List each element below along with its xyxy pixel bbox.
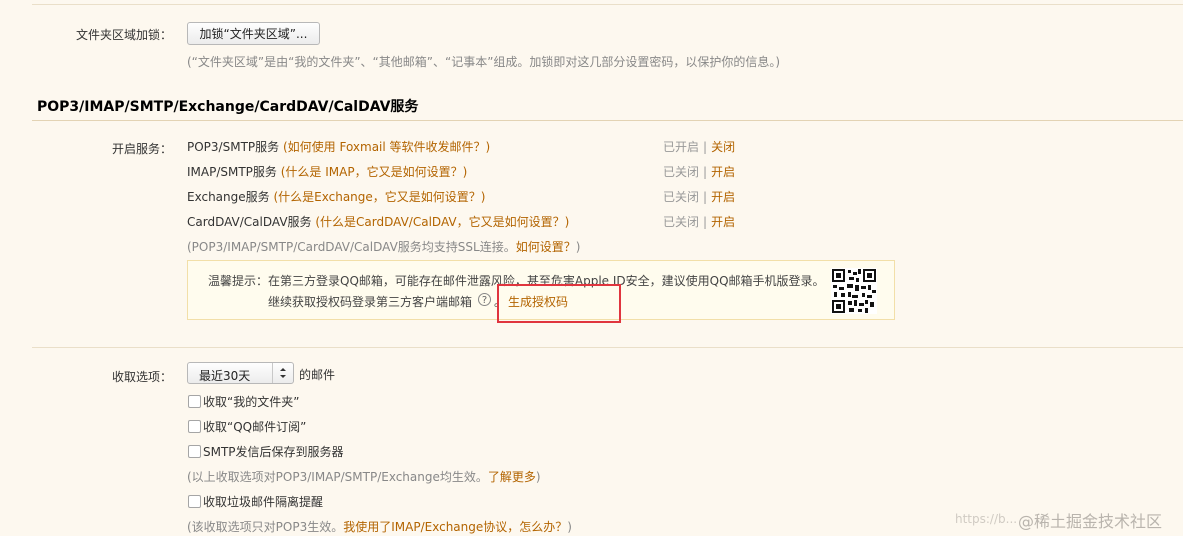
qr-code-icon <box>831 268 877 314</box>
service-help-link[interactable]: (什么是CardDAV/CalDAV，它又是如何设置？) <box>315 215 569 229</box>
ssl-note: (POP3/IMAP/SMTP/CardDAV/CalDAV服务均支持SSL连接… <box>187 238 580 255</box>
status-sep: | <box>703 165 708 179</box>
service-row-carddav: CardDAV/CalDAV服务 (什么是CardDAV/CalDAV，它又是如… <box>187 213 569 230</box>
fetch-qq-subscription-label: 收取“QQ邮件订阅” <box>203 420 307 434</box>
service-name: IMAP/SMTP服务 <box>187 165 277 179</box>
fetch-note2-text: (该收取选项只对POP3生效。 <box>187 520 344 534</box>
service-status-carddav: 已关闭 | 开启 <box>663 213 735 230</box>
smtp-save-sent-label: SMTP发信后保存到服务器 <box>203 445 344 459</box>
services-label: 开启服务： <box>112 142 173 156</box>
spam-quarantine-label: 收取垃圾邮件隔离提醒 <box>203 495 324 509</box>
watermark-brand: @稀土掘金技术社区 <box>1018 512 1163 531</box>
top-divider <box>32 4 1183 5</box>
service-help-link[interactable]: (如何使用 Foxmail 等软件收发邮件？) <box>283 140 490 154</box>
status-text: 已关闭 <box>663 190 700 204</box>
fetch-qq-subscription-checkbox[interactable] <box>188 420 201 433</box>
folder-lock-note: (“文件夹区域”是由“我的文件夹”、“其他邮箱”、“记事本”组成。加锁即对这几部… <box>187 55 781 69</box>
fetch-divider <box>32 347 1183 348</box>
imap-exchange-help-link[interactable]: 我使用了IMAP/Exchange协议，怎么办？ <box>343 520 567 534</box>
fetch-note1-end: ) <box>535 470 541 484</box>
status-text: 已关闭 <box>663 165 700 179</box>
fetch-note2-end: ) <box>567 520 572 534</box>
service-status-exchange: 已关闭 | 开启 <box>663 188 735 205</box>
fetch-note2: (该收取选项只对POP3生效。我使用了IMAP/Exchange协议，怎么办？) <box>187 518 572 535</box>
help-icon[interactable]: ? <box>478 293 491 306</box>
tip-line2: 继续获取授权码登录第三方客户端邮箱 <box>268 293 472 310</box>
status-text: 已关闭 <box>663 215 700 229</box>
service-status-pop3: 已开启 | 关闭 <box>663 138 735 155</box>
folder-lock-label: 文件夹区域加锁： <box>76 28 173 42</box>
fetch-range-value: 最近30天 <box>199 369 251 383</box>
fetch-note1-text: (以上收取选项对POP3/IMAP/SMTP/Exchange均生效。 <box>187 470 488 484</box>
open-exchange-link[interactable]: 开启 <box>711 190 735 204</box>
service-name: Exchange服务 <box>187 190 270 204</box>
service-name: CardDAV/CalDAV服务 <box>187 215 312 229</box>
learn-more-link[interactable]: 了解更多 <box>488 470 536 484</box>
select-arrows-icon <box>272 363 293 383</box>
service-help-link[interactable]: (什么是Exchange，它又是如何设置？) <box>273 190 485 204</box>
ssl-howto-link[interactable]: 如何设置？ <box>516 240 576 254</box>
open-carddav-link[interactable]: 开启 <box>711 215 735 229</box>
fetch-note1: (以上收取选项对POP3/IMAP/SMTP/Exchange均生效。了解更多) <box>187 468 541 485</box>
status-sep: | <box>703 215 708 229</box>
watermark-url: https://b... <box>955 512 1018 526</box>
fetch-my-folders-label: 收取“我的文件夹” <box>203 395 300 409</box>
service-row-exchange: Exchange服务 (什么是Exchange，它又是如何设置？) <box>187 188 485 205</box>
section-title: POP3/IMAP/SMTP/Exchange/CardDAV/CalDAV服务 <box>37 99 419 115</box>
service-row-pop3: POP3/SMTP服务 (如何使用 Foxmail 等软件收发邮件？) <box>187 138 490 155</box>
status-text: 已开启 <box>663 140 700 154</box>
status-sep: | <box>703 190 708 204</box>
ssl-note-text: (POP3/IMAP/SMTP/CardDAV/CalDAV服务均支持SSL连接… <box>187 240 516 254</box>
smtp-save-sent-checkbox[interactable] <box>188 445 201 458</box>
fetch-range-select[interactable]: 最近30天 <box>187 362 294 384</box>
service-status-imap: 已关闭 | 开启 <box>663 163 735 180</box>
fetch-my-folders-checkbox[interactable] <box>188 395 201 408</box>
section-divider <box>32 120 1183 121</box>
open-imap-link[interactable]: 开启 <box>711 165 735 179</box>
service-help-link[interactable]: (什么是 IMAP，它又是如何设置？) <box>281 165 468 179</box>
highlight-annotation <box>497 284 621 323</box>
fetch-label: 收取选项： <box>112 370 173 384</box>
service-name: POP3/SMTP服务 <box>187 140 280 154</box>
close-pop3-link[interactable]: 关闭 <box>711 140 735 154</box>
service-row-imap: IMAP/SMTP服务 (什么是 IMAP，它又是如何设置？) <box>187 163 467 180</box>
lock-folder-button[interactable]: 加锁“文件夹区域”... <box>187 22 320 45</box>
tip-line2-text: 继续获取授权码登录第三方客户端邮箱 <box>268 295 473 309</box>
fetch-select-suffix: 的邮件 <box>299 368 336 382</box>
ssl-note-end: ) <box>575 240 581 254</box>
status-sep: | <box>703 140 708 154</box>
spam-quarantine-checkbox[interactable] <box>188 495 201 508</box>
